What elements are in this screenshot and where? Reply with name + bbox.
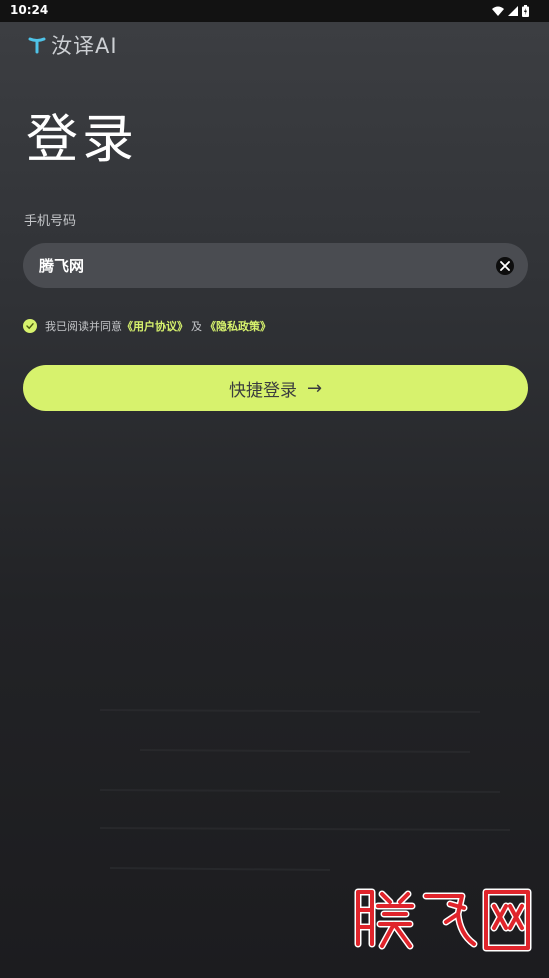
agreement-and-text: 及 xyxy=(191,320,202,333)
wifi-icon xyxy=(492,6,504,16)
background-decoration xyxy=(99,709,511,871)
arrow-right-icon: → xyxy=(306,377,323,399)
agreement-text: 我已阅读并同意 xyxy=(45,320,122,333)
privacy-policy-link[interactable]: 《隐私政策》 xyxy=(205,318,271,334)
watermark-logo xyxy=(354,888,532,952)
agreement-checkbox[interactable] xyxy=(23,319,37,333)
app-name: 汝译AI xyxy=(51,34,118,58)
user-agreement-link[interactable]: 《用户协议》 xyxy=(122,318,188,334)
y-logo-icon xyxy=(28,37,46,54)
quick-login-label: 快捷登录 xyxy=(228,380,297,401)
phone-label: 手机号码 xyxy=(24,214,77,229)
quick-login-button[interactable]: 快捷登录 → xyxy=(23,365,528,411)
phone-input-value[interactable]: 腾飞网 xyxy=(39,255,84,276)
check-icon xyxy=(26,323,34,330)
status-time: 10:24 xyxy=(10,3,49,17)
clear-icon xyxy=(500,261,510,271)
phone-input[interactable]: 腾飞网 xyxy=(23,243,528,288)
status-icons xyxy=(492,5,529,17)
clear-button[interactable] xyxy=(496,257,514,275)
app-brand: 汝译AI xyxy=(28,32,118,58)
agreement-row: 我已阅读并同意 《用户协议》 及 《隐私政策》 xyxy=(23,318,271,334)
signal-icon xyxy=(508,6,518,16)
login-screen: 10:24 汝译AI 登录 手机号码 腾飞网 我已阅读并同意 《用户协议》 及 … xyxy=(0,0,549,978)
page-title: 登录 xyxy=(26,110,139,170)
status-bar: 10:24 xyxy=(0,0,549,22)
battery-icon xyxy=(522,5,529,17)
